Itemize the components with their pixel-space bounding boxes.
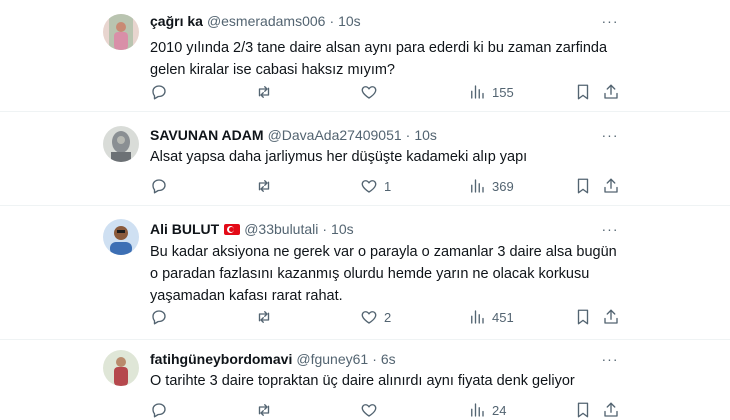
- reply-icon: [152, 179, 166, 194]
- heart-icon: [361, 404, 377, 417]
- views-button[interactable]: 451: [468, 307, 514, 327]
- tweet-text: O tarihte 3 daire topraktan üç daire alı…: [150, 373, 575, 389]
- reply-button[interactable]: [150, 400, 174, 420]
- retweet-icon: [258, 180, 270, 192]
- retweet-icon: [258, 311, 270, 323]
- more-options-button[interactable]: ···: [600, 14, 620, 28]
- tweet[interactable]: çağrı ka @esmeradams006 · 10s ··· 2010 y…: [0, 0, 730, 112]
- like-count: 2: [384, 309, 392, 325]
- like-button[interactable]: 2: [360, 307, 391, 327]
- retweet-button[interactable]: [255, 176, 279, 196]
- views-button[interactable]: 24: [468, 400, 506, 420]
- tweet-text: Bu kadar aksiyona ne gerek var o parayla…: [150, 244, 617, 304]
- like-button[interactable]: [360, 400, 384, 420]
- reply-button[interactable]: [150, 176, 174, 196]
- avatar[interactable]: [103, 350, 139, 386]
- tweet-text: Alsat yapsa daha jarliymus her düşüşte k…: [150, 149, 528, 165]
- reply-button[interactable]: [150, 82, 174, 102]
- author-handle[interactable]: @fguney61: [296, 351, 368, 367]
- timestamp[interactable]: 10s: [338, 13, 361, 29]
- view-count: 451: [492, 309, 514, 325]
- reply-icon: [152, 85, 166, 100]
- author-handle[interactable]: @33bulutali: [244, 221, 318, 237]
- tweet[interactable]: Ali BULUT @33bulutali · 10s ··· Bu kadar…: [0, 206, 730, 340]
- tweet[interactable]: fatihgüneybordomavi @fguney61 · 6s ··· O…: [0, 340, 730, 420]
- like-button[interactable]: [360, 82, 384, 102]
- tweet-text: 2010 yılında 2/3 tane daire alsan aynı p…: [150, 40, 608, 78]
- view-count: 24: [492, 402, 507, 418]
- bookmark-icon: [577, 402, 589, 418]
- bookmark-button[interactable]: [574, 400, 592, 420]
- share-button[interactable]: [602, 176, 620, 196]
- timestamp[interactable]: 10s: [414, 127, 437, 143]
- views-button[interactable]: 155: [468, 82, 514, 102]
- share-icon: [604, 309, 618, 324]
- view-count: 369: [492, 178, 514, 194]
- reply-icon: [152, 310, 166, 325]
- share-button[interactable]: [602, 82, 620, 102]
- share-button[interactable]: [602, 400, 620, 420]
- bookmark-icon: [577, 309, 589, 325]
- retweet-icon: [258, 86, 270, 98]
- separator: ·: [372, 351, 377, 367]
- retweet-button[interactable]: [255, 400, 279, 420]
- timestamp[interactable]: 6s: [381, 351, 396, 367]
- tweet-actions: 155: [150, 82, 620, 102]
- bookmark-button[interactable]: [574, 82, 592, 102]
- bookmark-button[interactable]: [574, 307, 592, 327]
- tweet-actions: 1 369: [150, 176, 620, 196]
- like-count: 1: [384, 178, 392, 194]
- retweet-button[interactable]: [255, 307, 279, 327]
- separator: ·: [405, 127, 411, 143]
- avatar[interactable]: [103, 126, 139, 162]
- heart-icon: [361, 311, 377, 324]
- view-count: 155: [492, 84, 514, 100]
- turkish-flag-icon: [224, 223, 241, 235]
- views-icon: [471, 403, 484, 417]
- tweet[interactable]: SAVUNAN ADAM @DavaAda27409051 · 10s ··· …: [0, 112, 730, 206]
- share-button[interactable]: [602, 307, 620, 327]
- separator: ·: [329, 13, 335, 29]
- more-options-button[interactable]: ···: [600, 352, 620, 366]
- share-icon: [604, 84, 618, 99]
- author-name[interactable]: fatihgüneybordomavi: [150, 351, 292, 367]
- bookmark-icon: [577, 84, 589, 100]
- tweet-actions: 2 451: [150, 307, 620, 327]
- bookmark-icon: [577, 178, 589, 194]
- reply-icon: [152, 403, 166, 418]
- more-options-button[interactable]: ···: [600, 222, 620, 236]
- share-icon: [604, 402, 618, 417]
- reply-feed: çağrı ka @esmeradams006 · 10s ··· 2010 y…: [0, 0, 730, 420]
- retweet-icon: [258, 404, 270, 416]
- retweet-button[interactable]: [255, 82, 279, 102]
- avatar[interactable]: [103, 219, 139, 255]
- author-handle[interactable]: @esmeradams006: [207, 13, 326, 29]
- author-name[interactable]: çağrı ka: [150, 13, 203, 29]
- reply-button[interactable]: [150, 307, 174, 327]
- heart-icon: [361, 180, 377, 193]
- avatar-image: [103, 350, 139, 386]
- more-options-button[interactable]: ···: [600, 128, 620, 142]
- share-icon: [604, 178, 618, 193]
- views-button[interactable]: 369: [468, 176, 514, 196]
- avatar[interactable]: [103, 14, 139, 50]
- views-icon: [471, 85, 484, 99]
- author-name[interactable]: Ali BULUT: [150, 221, 219, 237]
- avatar-image: [103, 14, 139, 50]
- views-icon: [471, 310, 484, 324]
- views-icon: [471, 179, 484, 193]
- separator: ·: [322, 221, 328, 237]
- tweet-actions: 24: [150, 400, 620, 420]
- avatar-image: [103, 126, 139, 162]
- bookmark-button[interactable]: [574, 176, 592, 196]
- avatar-image: [103, 219, 139, 255]
- author-name[interactable]: SAVUNAN ADAM: [150, 127, 264, 143]
- timestamp[interactable]: 10s: [331, 221, 354, 237]
- author-handle[interactable]: @DavaAda27409051: [268, 127, 402, 143]
- like-button[interactable]: 1: [360, 176, 391, 196]
- heart-icon: [361, 86, 377, 99]
